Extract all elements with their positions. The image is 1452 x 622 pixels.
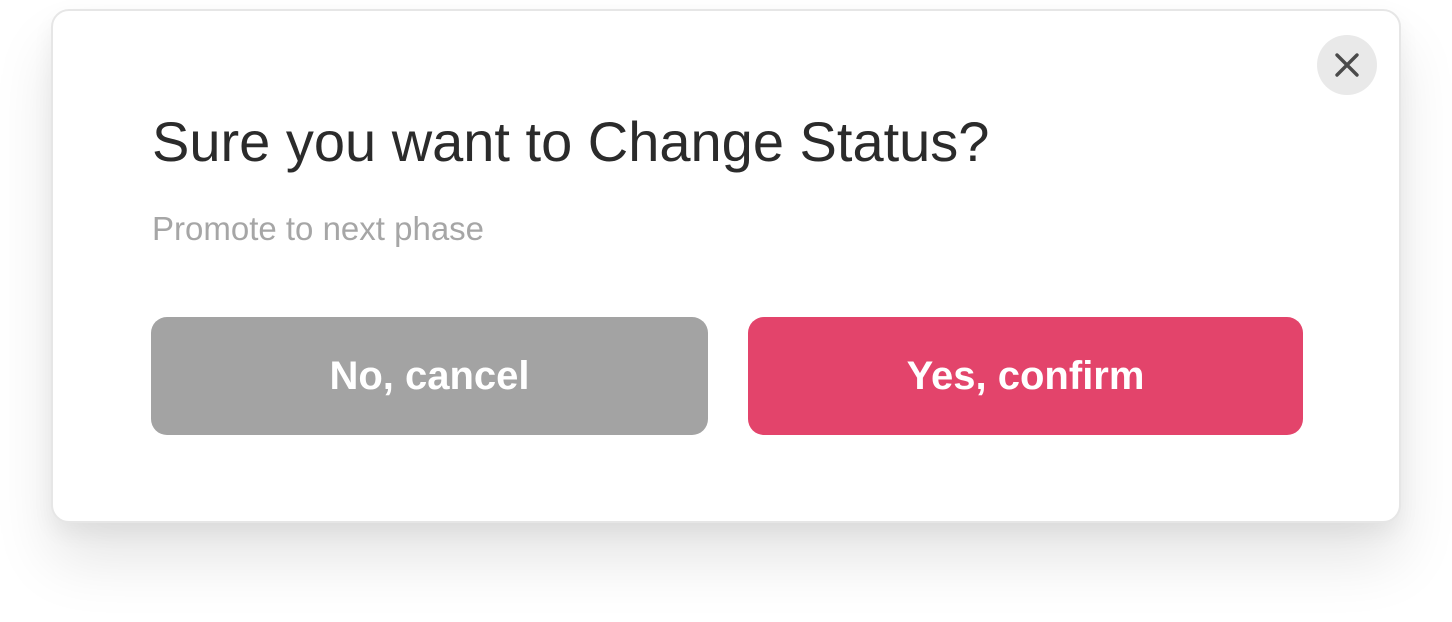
dialog-subtitle: Promote to next phase [152, 210, 485, 247]
confirm-button-label: Yes, confirm [906, 353, 1145, 398]
page-backdrop: Sure you want to Change Status? Promote … [0, 0, 1452, 622]
close-icon [1334, 52, 1360, 78]
confirm-button[interactable]: Yes, confirm [748, 317, 1303, 435]
cancel-button[interactable]: No, cancel [151, 317, 708, 435]
close-button[interactable] [1317, 35, 1377, 95]
dialog-title: Sure you want to Change Status? [152, 110, 990, 173]
cancel-button-label: No, cancel [329, 353, 530, 398]
confirm-status-dialog: Sure you want to Change Status? Promote … [51, 9, 1401, 523]
